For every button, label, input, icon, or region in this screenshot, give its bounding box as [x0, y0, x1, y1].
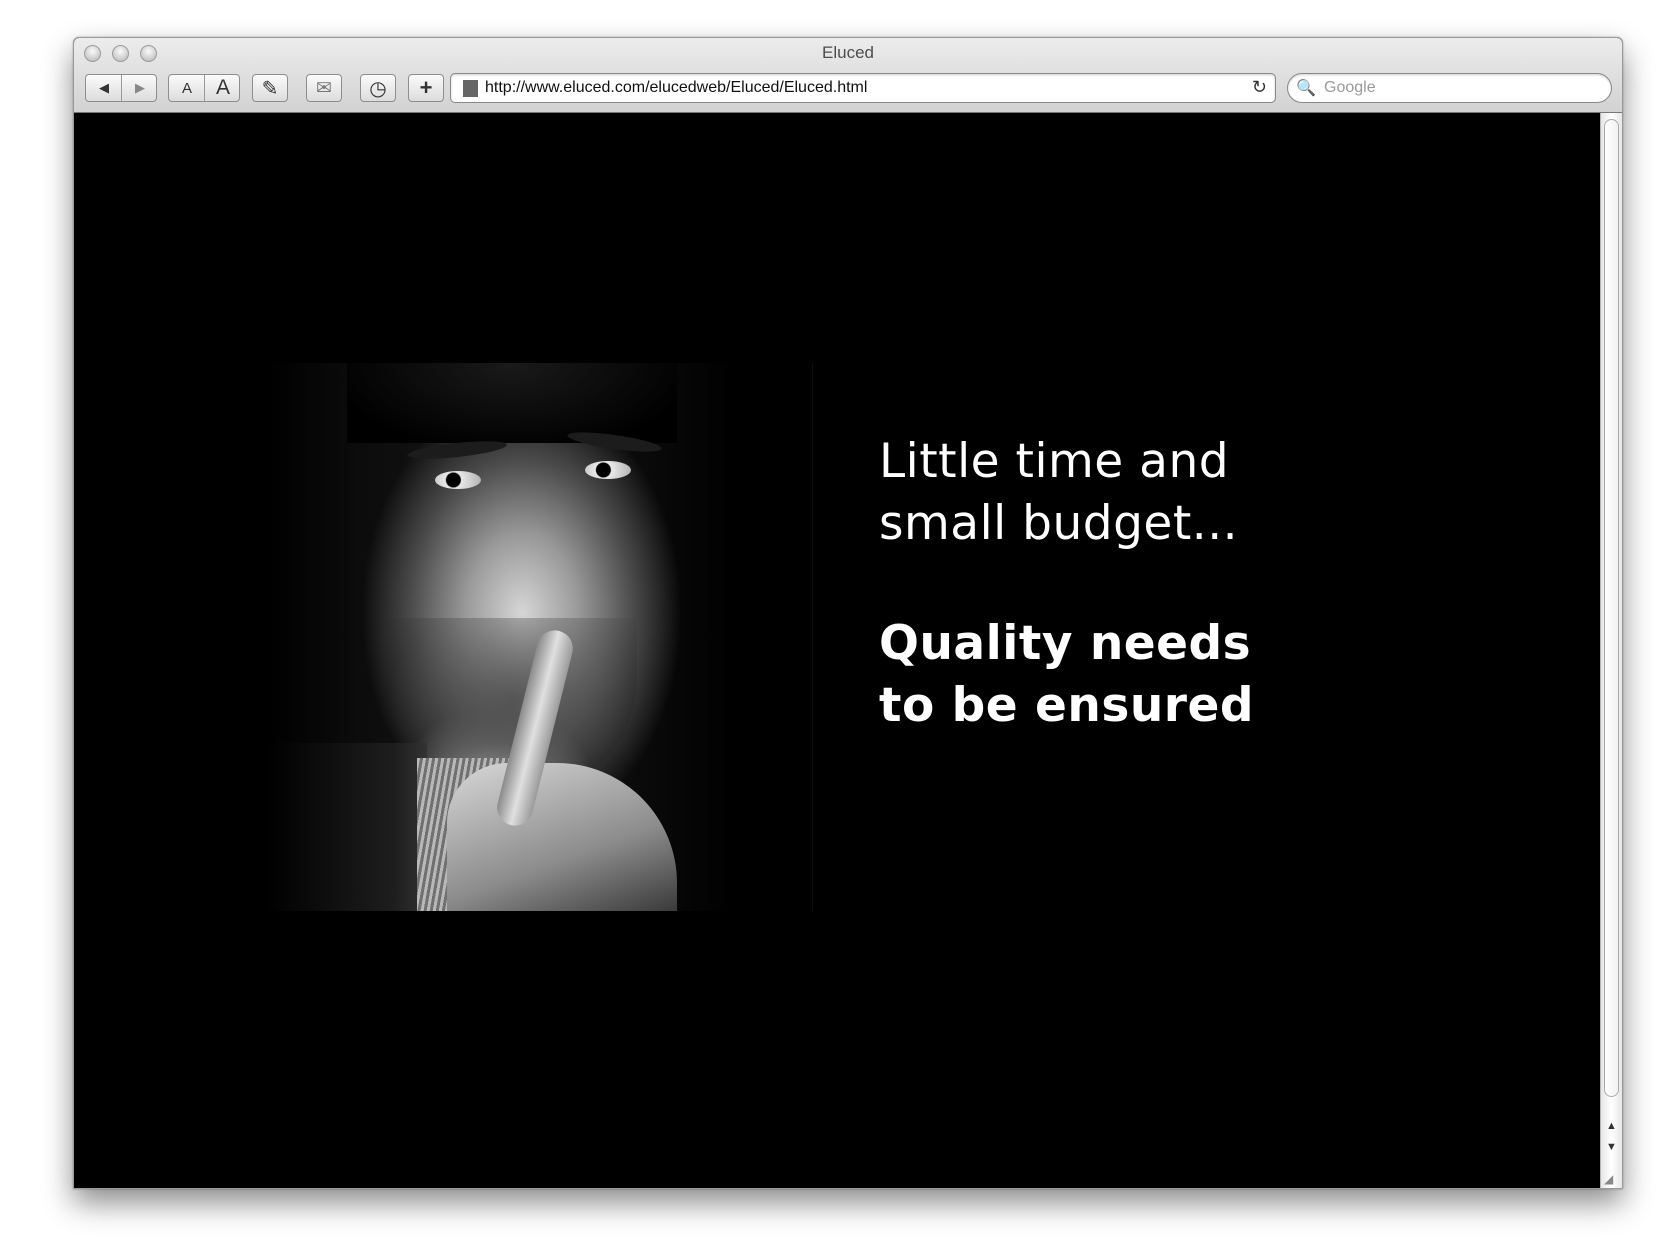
scroll-up-arrow-icon[interactable]: ▲: [1601, 1120, 1622, 1132]
forward-button[interactable]: ▶: [122, 80, 158, 96]
content-divider: [812, 363, 813, 911]
search-field[interactable]: 🔍: [1287, 73, 1612, 103]
tagline-light: Little time and small budget...: [879, 431, 1238, 555]
favicon-icon: [463, 80, 478, 97]
search-icon[interactable]: 🔍: [1296, 78, 1316, 98]
tagline-bold-line-1: Quality needs: [879, 616, 1252, 671]
add-bookmark-button[interactable]: +: [408, 74, 444, 102]
page-content: Little time and small budget... Quality …: [74, 113, 1600, 1188]
text-bigger-button[interactable]: A: [205, 76, 241, 100]
photo-hand: [447, 763, 677, 911]
resize-grip-icon[interactable]: ◢: [1604, 1172, 1613, 1186]
tagline-light-line-2: small budget...: [879, 496, 1239, 551]
text-size-segment: A A: [168, 74, 240, 102]
vertical-scrollbar[interactable]: ▲ ▼ ◢: [1600, 113, 1622, 1188]
history-icon[interactable]: ◷: [360, 74, 396, 102]
scrollbar-thumb[interactable]: [1604, 119, 1619, 1097]
nav-segment: ◀ ▶: [85, 74, 157, 102]
address-bar[interactable]: http://www.eluced.com/elucedweb/Eluced/E…: [450, 73, 1276, 103]
tagline-bold: Quality needs to be ensured: [879, 613, 1254, 737]
edit-icon[interactable]: ✎: [252, 74, 288, 102]
url-text[interactable]: http://www.eluced.com/elucedweb/Eluced/E…: [485, 79, 867, 97]
portrait-photo: [267, 363, 735, 911]
photo-hair: [347, 363, 677, 443]
search-input[interactable]: [1324, 77, 1594, 99]
scroll-down-arrow-icon[interactable]: ▼: [1601, 1141, 1622, 1153]
back-button[interactable]: ◀: [86, 80, 122, 96]
tagline-bold-line-2: to be ensured: [879, 678, 1254, 733]
window-title: Eluced: [822, 43, 874, 62]
browser-toolbar: Eluced ◀ ▶ A A ✎ ✉ ◷ + http://www.eluced…: [74, 38, 1622, 113]
text-smaller-button[interactable]: A: [169, 80, 205, 97]
reload-icon[interactable]: ↻: [1252, 77, 1267, 98]
photo-jacket: [267, 743, 427, 911]
mail-icon[interactable]: ✉: [306, 74, 342, 102]
tagline-light-line-1: Little time and: [879, 434, 1230, 489]
browser-window: Eluced ◀ ▶ A A ✎ ✉ ◷ + http://www.eluced…: [73, 37, 1623, 1189]
